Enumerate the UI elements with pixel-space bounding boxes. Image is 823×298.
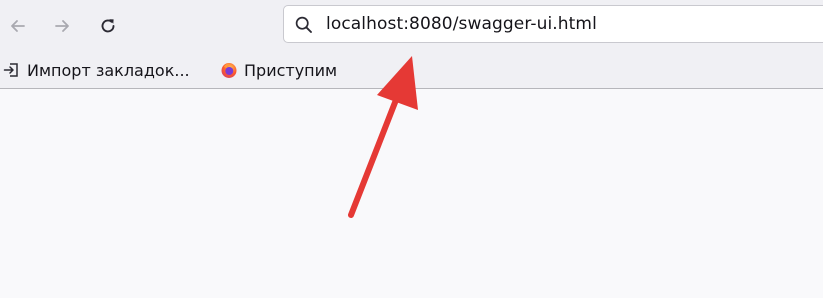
bookmark-getting-started[interactable]: Приступим: [219, 60, 337, 80]
arrow-left-icon: [11, 20, 25, 32]
firefox-icon: [219, 60, 239, 80]
reload-icon: [101, 19, 115, 33]
forward-button[interactable]: [46, 10, 78, 42]
bookmark-label: Приступим: [244, 60, 338, 80]
url-text[interactable]: localhost:8080/swagger-ui.html: [326, 14, 597, 34]
address-bar[interactable]: localhost:8080/swagger-ui.html: [283, 5, 823, 43]
page-content: [0, 89, 823, 298]
browser-toolbar: localhost:8080/swagger-ui.html: [0, 0, 823, 52]
arrow-right-icon: [55, 20, 69, 32]
bookmarks-toolbar: Импорт закладок... Приступим: [0, 52, 823, 89]
import-icon: [2, 60, 22, 80]
bookmark-label: Импорт закладок...: [27, 60, 190, 80]
search-icon: [295, 16, 312, 33]
reload-button[interactable]: [92, 10, 124, 42]
bookmark-import[interactable]: Импорт закладок...: [2, 60, 190, 80]
back-button[interactable]: [2, 10, 34, 42]
